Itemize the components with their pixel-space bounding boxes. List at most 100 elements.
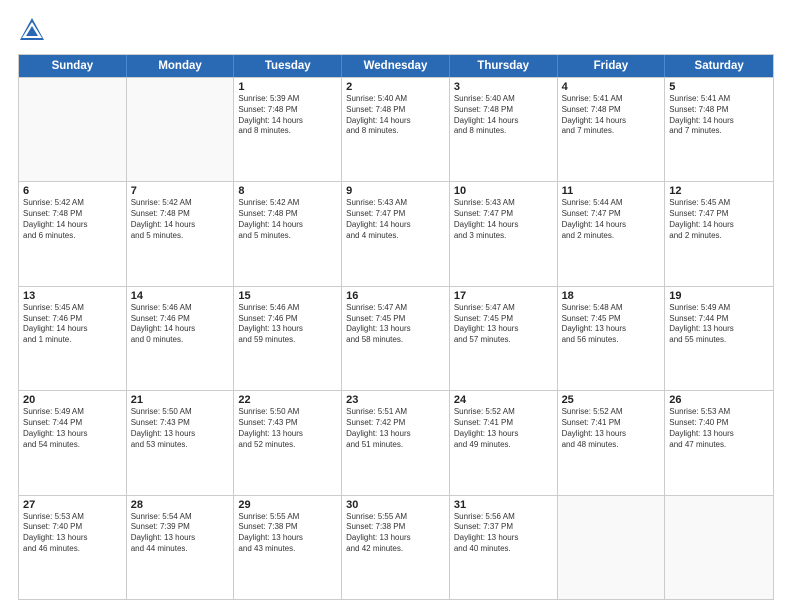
calendar-row: 27Sunrise: 5:53 AM Sunset: 7:40 PM Dayli… <box>19 495 773 599</box>
day-number: 8 <box>238 185 337 197</box>
day-info: Sunrise: 5:47 AM Sunset: 7:45 PM Dayligh… <box>454 303 553 346</box>
day-info: Sunrise: 5:53 AM Sunset: 7:40 PM Dayligh… <box>669 407 769 450</box>
calendar-cell: 17Sunrise: 5:47 AM Sunset: 7:45 PM Dayli… <box>450 287 558 390</box>
day-number: 20 <box>23 394 122 406</box>
day-info: Sunrise: 5:42 AM Sunset: 7:48 PM Dayligh… <box>23 198 122 241</box>
calendar-cell: 15Sunrise: 5:46 AM Sunset: 7:46 PM Dayli… <box>234 287 342 390</box>
calendar-cell: 18Sunrise: 5:48 AM Sunset: 7:45 PM Dayli… <box>558 287 666 390</box>
day-number: 29 <box>238 499 337 511</box>
weekday-header: Monday <box>127 55 235 77</box>
day-number: 23 <box>346 394 445 406</box>
day-info: Sunrise: 5:49 AM Sunset: 7:44 PM Dayligh… <box>23 407 122 450</box>
calendar-cell <box>558 496 666 599</box>
calendar-cell: 7Sunrise: 5:42 AM Sunset: 7:48 PM Daylig… <box>127 182 235 285</box>
logo-icon <box>18 16 46 44</box>
calendar-cell: 13Sunrise: 5:45 AM Sunset: 7:46 PM Dayli… <box>19 287 127 390</box>
day-info: Sunrise: 5:42 AM Sunset: 7:48 PM Dayligh… <box>238 198 337 241</box>
day-info: Sunrise: 5:46 AM Sunset: 7:46 PM Dayligh… <box>131 303 230 346</box>
day-info: Sunrise: 5:44 AM Sunset: 7:47 PM Dayligh… <box>562 198 661 241</box>
day-number: 5 <box>669 81 769 93</box>
day-info: Sunrise: 5:52 AM Sunset: 7:41 PM Dayligh… <box>562 407 661 450</box>
day-number: 25 <box>562 394 661 406</box>
day-info: Sunrise: 5:40 AM Sunset: 7:48 PM Dayligh… <box>346 94 445 137</box>
calendar-cell: 22Sunrise: 5:50 AM Sunset: 7:43 PM Dayli… <box>234 391 342 494</box>
day-number: 9 <box>346 185 445 197</box>
day-number: 6 <box>23 185 122 197</box>
calendar-cell: 12Sunrise: 5:45 AM Sunset: 7:47 PM Dayli… <box>665 182 773 285</box>
weekday-header: Friday <box>558 55 666 77</box>
calendar-cell: 6Sunrise: 5:42 AM Sunset: 7:48 PM Daylig… <box>19 182 127 285</box>
calendar-cell: 11Sunrise: 5:44 AM Sunset: 7:47 PM Dayli… <box>558 182 666 285</box>
calendar-cell: 5Sunrise: 5:41 AM Sunset: 7:48 PM Daylig… <box>665 78 773 181</box>
day-info: Sunrise: 5:39 AM Sunset: 7:48 PM Dayligh… <box>238 94 337 137</box>
calendar-row: 6Sunrise: 5:42 AM Sunset: 7:48 PM Daylig… <box>19 181 773 285</box>
calendar-cell: 23Sunrise: 5:51 AM Sunset: 7:42 PM Dayli… <box>342 391 450 494</box>
day-number: 2 <box>346 81 445 93</box>
day-info: Sunrise: 5:43 AM Sunset: 7:47 PM Dayligh… <box>454 198 553 241</box>
calendar-body: 1Sunrise: 5:39 AM Sunset: 7:48 PM Daylig… <box>19 77 773 599</box>
day-number: 28 <box>131 499 230 511</box>
day-number: 12 <box>669 185 769 197</box>
calendar-cell: 10Sunrise: 5:43 AM Sunset: 7:47 PM Dayli… <box>450 182 558 285</box>
day-number: 4 <box>562 81 661 93</box>
calendar-cell: 31Sunrise: 5:56 AM Sunset: 7:37 PM Dayli… <box>450 496 558 599</box>
day-number: 18 <box>562 290 661 302</box>
day-number: 21 <box>131 394 230 406</box>
calendar-cell: 16Sunrise: 5:47 AM Sunset: 7:45 PM Dayli… <box>342 287 450 390</box>
calendar-cell: 30Sunrise: 5:55 AM Sunset: 7:38 PM Dayli… <box>342 496 450 599</box>
day-info: Sunrise: 5:43 AM Sunset: 7:47 PM Dayligh… <box>346 198 445 241</box>
calendar-cell: 24Sunrise: 5:52 AM Sunset: 7:41 PM Dayli… <box>450 391 558 494</box>
day-info: Sunrise: 5:42 AM Sunset: 7:48 PM Dayligh… <box>131 198 230 241</box>
logo <box>18 16 50 44</box>
day-number: 24 <box>454 394 553 406</box>
day-number: 1 <box>238 81 337 93</box>
day-number: 27 <box>23 499 122 511</box>
calendar-cell: 28Sunrise: 5:54 AM Sunset: 7:39 PM Dayli… <box>127 496 235 599</box>
day-number: 15 <box>238 290 337 302</box>
calendar-cell <box>19 78 127 181</box>
weekday-header: Tuesday <box>234 55 342 77</box>
calendar-header: SundayMondayTuesdayWednesdayThursdayFrid… <box>19 55 773 77</box>
day-info: Sunrise: 5:51 AM Sunset: 7:42 PM Dayligh… <box>346 407 445 450</box>
calendar-cell: 4Sunrise: 5:41 AM Sunset: 7:48 PM Daylig… <box>558 78 666 181</box>
calendar-cell: 25Sunrise: 5:52 AM Sunset: 7:41 PM Dayli… <box>558 391 666 494</box>
day-number: 11 <box>562 185 661 197</box>
day-info: Sunrise: 5:45 AM Sunset: 7:46 PM Dayligh… <box>23 303 122 346</box>
calendar-cell: 26Sunrise: 5:53 AM Sunset: 7:40 PM Dayli… <box>665 391 773 494</box>
day-number: 14 <box>131 290 230 302</box>
calendar-cell: 27Sunrise: 5:53 AM Sunset: 7:40 PM Dayli… <box>19 496 127 599</box>
day-number: 22 <box>238 394 337 406</box>
calendar: SundayMondayTuesdayWednesdayThursdayFrid… <box>18 54 774 600</box>
calendar-row: 20Sunrise: 5:49 AM Sunset: 7:44 PM Dayli… <box>19 390 773 494</box>
header <box>18 16 774 44</box>
day-number: 7 <box>131 185 230 197</box>
calendar-cell: 29Sunrise: 5:55 AM Sunset: 7:38 PM Dayli… <box>234 496 342 599</box>
day-number: 13 <box>23 290 122 302</box>
calendar-cell: 20Sunrise: 5:49 AM Sunset: 7:44 PM Dayli… <box>19 391 127 494</box>
day-info: Sunrise: 5:41 AM Sunset: 7:48 PM Dayligh… <box>669 94 769 137</box>
calendar-cell: 14Sunrise: 5:46 AM Sunset: 7:46 PM Dayli… <box>127 287 235 390</box>
day-info: Sunrise: 5:54 AM Sunset: 7:39 PM Dayligh… <box>131 512 230 555</box>
day-info: Sunrise: 5:52 AM Sunset: 7:41 PM Dayligh… <box>454 407 553 450</box>
calendar-cell: 2Sunrise: 5:40 AM Sunset: 7:48 PM Daylig… <box>342 78 450 181</box>
weekday-header: Wednesday <box>342 55 450 77</box>
day-number: 26 <box>669 394 769 406</box>
calendar-cell <box>665 496 773 599</box>
calendar-cell: 21Sunrise: 5:50 AM Sunset: 7:43 PM Dayli… <box>127 391 235 494</box>
day-info: Sunrise: 5:41 AM Sunset: 7:48 PM Dayligh… <box>562 94 661 137</box>
day-info: Sunrise: 5:45 AM Sunset: 7:47 PM Dayligh… <box>669 198 769 241</box>
calendar-cell: 1Sunrise: 5:39 AM Sunset: 7:48 PM Daylig… <box>234 78 342 181</box>
day-number: 31 <box>454 499 553 511</box>
day-number: 30 <box>346 499 445 511</box>
day-info: Sunrise: 5:55 AM Sunset: 7:38 PM Dayligh… <box>346 512 445 555</box>
calendar-cell: 8Sunrise: 5:42 AM Sunset: 7:48 PM Daylig… <box>234 182 342 285</box>
day-info: Sunrise: 5:50 AM Sunset: 7:43 PM Dayligh… <box>238 407 337 450</box>
day-info: Sunrise: 5:48 AM Sunset: 7:45 PM Dayligh… <box>562 303 661 346</box>
day-info: Sunrise: 5:46 AM Sunset: 7:46 PM Dayligh… <box>238 303 337 346</box>
day-info: Sunrise: 5:55 AM Sunset: 7:38 PM Dayligh… <box>238 512 337 555</box>
day-number: 17 <box>454 290 553 302</box>
calendar-cell: 9Sunrise: 5:43 AM Sunset: 7:47 PM Daylig… <box>342 182 450 285</box>
day-number: 3 <box>454 81 553 93</box>
day-number: 10 <box>454 185 553 197</box>
day-info: Sunrise: 5:47 AM Sunset: 7:45 PM Dayligh… <box>346 303 445 346</box>
